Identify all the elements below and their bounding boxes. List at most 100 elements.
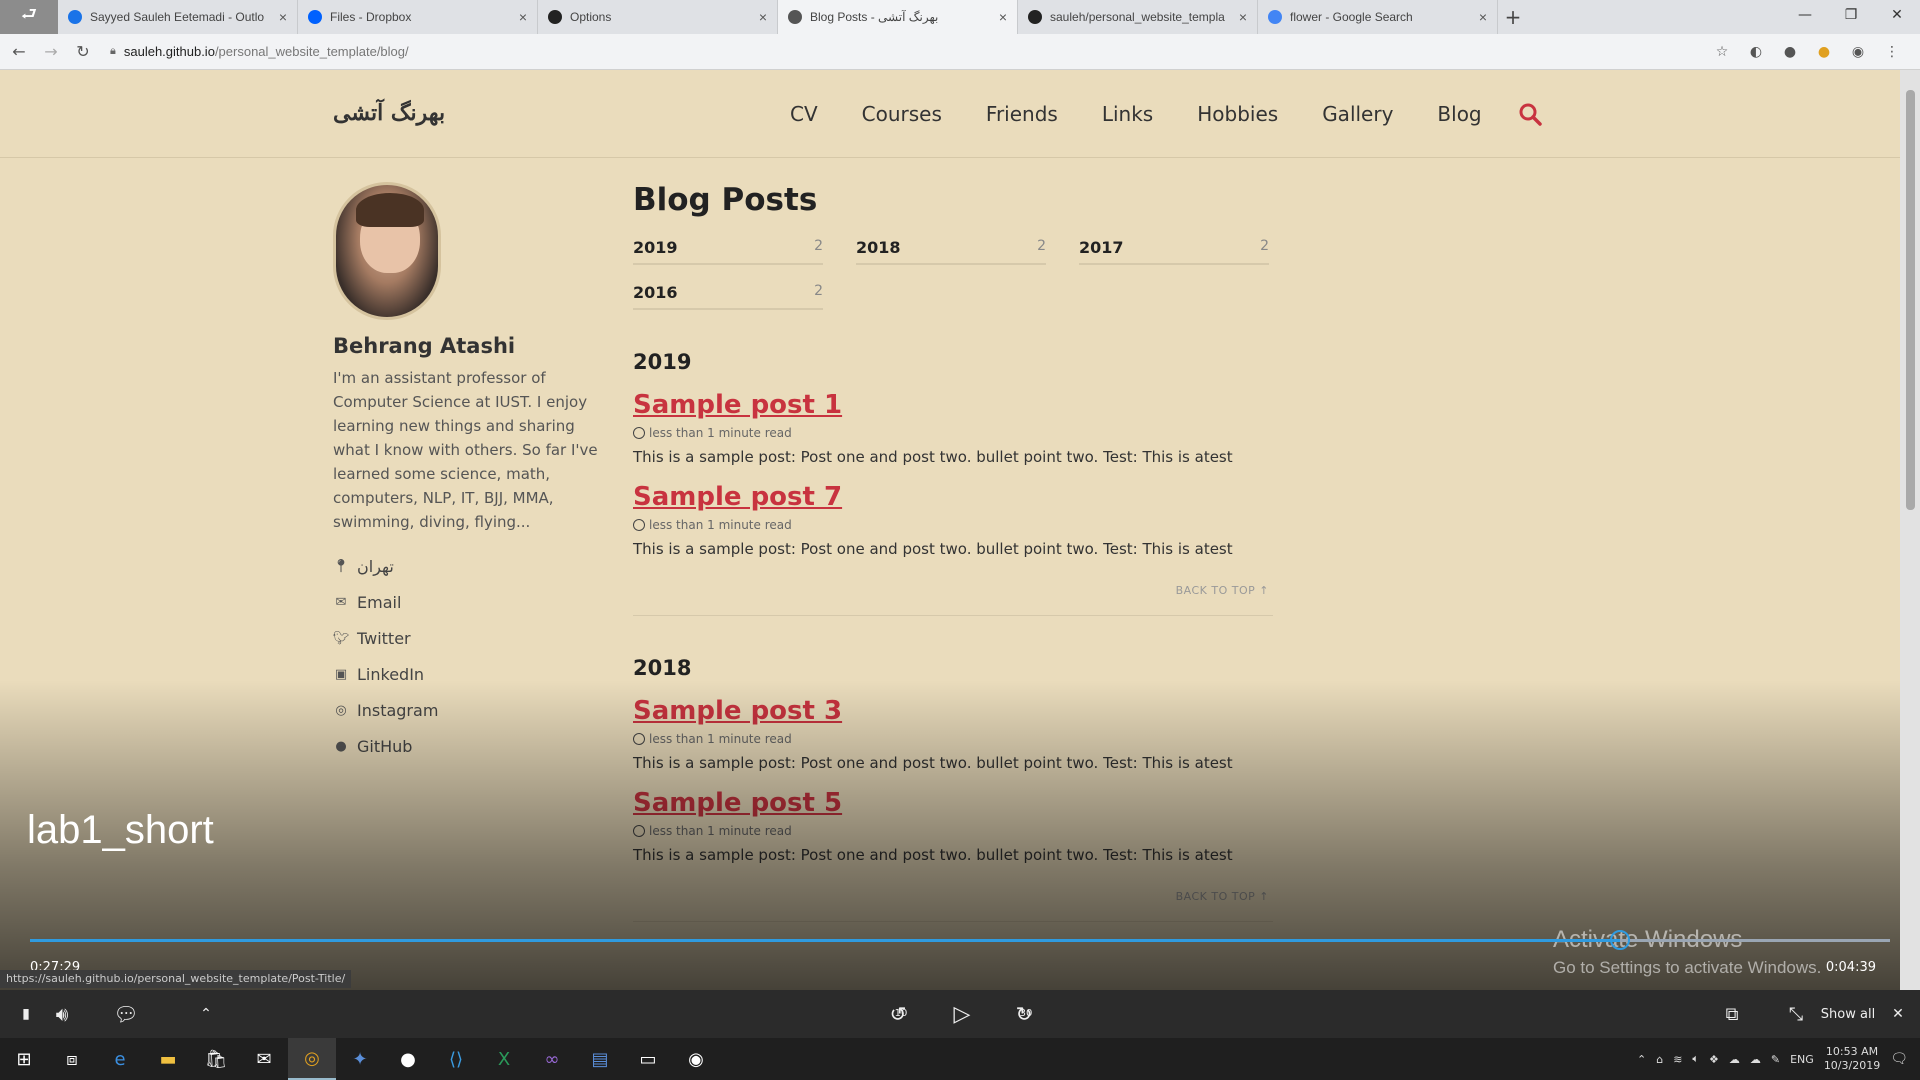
reload-button[interactable]: ↻ bbox=[72, 41, 94, 63]
post-excerpt: This is a sample post: Post one and post… bbox=[633, 448, 1233, 466]
nav-item-hobbies[interactable]: Hobbies bbox=[1197, 102, 1278, 126]
browser-tab[interactable]: Sayyed Sauleh Eetemadi - Outlo × bbox=[58, 0, 298, 34]
language-indicator[interactable]: ENG bbox=[1790, 1053, 1814, 1066]
minimize-button[interactable]: — bbox=[1782, 0, 1828, 30]
year-archive-link[interactable]: 2019 2 bbox=[633, 238, 823, 265]
maximize-button[interactable]: ❐ bbox=[1828, 0, 1874, 30]
nav-item-cv[interactable]: CV bbox=[790, 102, 818, 126]
app-icon[interactable]: ◉ bbox=[672, 1038, 720, 1080]
profile-avatar-icon[interactable]: ◉ bbox=[1848, 42, 1868, 62]
tab-favicon-icon bbox=[548, 10, 562, 24]
show-all-button[interactable]: Show all bbox=[1820, 998, 1876, 1030]
nav-item-gallery[interactable]: Gallery bbox=[1322, 102, 1393, 126]
chrome-icon[interactable]: ◎ bbox=[288, 1038, 336, 1080]
dropbox-icon[interactable]: ❖ bbox=[1709, 1053, 1719, 1066]
browser-tab[interactable]: Files - Dropbox × bbox=[298, 0, 538, 34]
seek-progress bbox=[30, 939, 1621, 942]
chevron-up-icon[interactable]: ⌃ bbox=[1637, 1053, 1646, 1066]
close-tab-icon[interactable]: × bbox=[279, 9, 287, 25]
nav-item-links[interactable]: Links bbox=[1102, 102, 1153, 126]
close-tab-icon[interactable]: × bbox=[1239, 9, 1247, 25]
nav-item-courses[interactable]: Courses bbox=[862, 102, 942, 126]
bookmark-star-icon[interactable]: ☆ bbox=[1712, 42, 1732, 62]
window-controls: — ❐ ✕ bbox=[1782, 0, 1920, 30]
app-icon[interactable]: ✦ bbox=[336, 1038, 384, 1080]
captions-icon[interactable]: 💬︎ bbox=[108, 998, 144, 1030]
mail-icon[interactable]: ✉ bbox=[240, 1038, 288, 1080]
wifi-icon[interactable]: ≋ bbox=[1673, 1053, 1682, 1066]
year-heading: 2018 bbox=[633, 656, 692, 680]
edge-icon[interactable]: e bbox=[96, 1038, 144, 1080]
rewind-button[interactable]: ↺ 10 bbox=[880, 998, 916, 1030]
taskbar-clock[interactable]: 10:53 AM 10/3/2019 bbox=[1824, 1045, 1880, 1073]
volume-icon[interactable]: 🔊︎ bbox=[44, 998, 80, 1030]
chevron-up-icon[interactable]: ⌃ bbox=[196, 998, 216, 1030]
post-title-link[interactable]: Sample post 7 bbox=[633, 482, 1273, 512]
close-icon[interactable]: ✕ bbox=[1886, 998, 1910, 1030]
task-view-icon[interactable]: ⧈ bbox=[48, 1038, 96, 1080]
windows-start-icon[interactable]: ⊞ bbox=[0, 1038, 48, 1080]
back-to-top-link[interactable]: BACK TO TOP ↑ bbox=[633, 584, 1273, 597]
clock-date: 10/3/2019 bbox=[1823, 1059, 1881, 1072]
browser-tab[interactable]: Options × bbox=[538, 0, 778, 34]
post-meta: less than 1 minute read bbox=[633, 426, 1273, 440]
seek-bar[interactable] bbox=[30, 930, 1890, 950]
clock-icon bbox=[633, 519, 645, 531]
close-tab-icon[interactable]: × bbox=[1479, 9, 1487, 25]
year-archive-link[interactable]: 2017 2 bbox=[1079, 238, 1269, 265]
volume-icon[interactable]: 🔈︎ bbox=[1692, 1052, 1699, 1066]
browser-tab[interactable]: flower - Google Search × bbox=[1258, 0, 1498, 34]
visual-studio-icon[interactable]: ∞ bbox=[528, 1038, 576, 1080]
miniplayer-icon[interactable]: ⧉ bbox=[1714, 998, 1750, 1030]
tab-favicon-icon bbox=[1028, 10, 1042, 24]
close-tab-icon[interactable]: × bbox=[999, 9, 1007, 25]
onedrive-icon[interactable]: ☁ bbox=[1750, 1053, 1761, 1066]
post-count: 2 bbox=[814, 283, 823, 299]
excel-icon[interactable]: X bbox=[480, 1038, 528, 1080]
forward-button[interactable]: → bbox=[40, 41, 62, 63]
address-bar[interactable]: 🔒︎ sauleh.github.io/personal_website_tem… bbox=[104, 38, 1702, 66]
browser-tab[interactable]: Blog Posts - بهرنگ آتشی × bbox=[778, 0, 1018, 34]
notifications-icon[interactable]: 🗨︎ bbox=[1890, 1051, 1908, 1067]
nav-item-friends[interactable]: Friends bbox=[986, 102, 1058, 126]
close-tab-icon[interactable]: × bbox=[759, 9, 767, 25]
nav-item-blog[interactable]: Blog bbox=[1437, 102, 1481, 126]
menu-icon[interactable]: ⋮ bbox=[1882, 42, 1902, 62]
vscode-icon[interactable]: ⟨⟩ bbox=[432, 1038, 480, 1080]
cloud-icon[interactable]: ☁ bbox=[1729, 1053, 1740, 1066]
document-icon[interactable]: ▤ bbox=[576, 1038, 624, 1080]
author-sidebar: Behrang Atashi I'm an assistant professo… bbox=[333, 182, 613, 764]
search-icon[interactable] bbox=[1518, 102, 1542, 126]
year-archive-link[interactable]: 2018 2 bbox=[856, 238, 1046, 265]
year-archive-link[interactable]: 2016 2 bbox=[633, 283, 823, 310]
back-arrow-icon[interactable]: ⮐ bbox=[0, 0, 58, 34]
post-count: 2 bbox=[814, 238, 823, 254]
play-button[interactable]: ▷ bbox=[944, 998, 980, 1030]
new-tab-button[interactable]: + bbox=[1498, 0, 1528, 34]
tab-label: sauleh/personal_website_templa bbox=[1050, 10, 1225, 24]
tab-label: Options bbox=[570, 10, 612, 24]
close-window-button[interactable]: ✕ bbox=[1874, 0, 1920, 30]
extension-icon[interactable]: ◐ bbox=[1746, 42, 1766, 62]
page-scrollbar[interactable] bbox=[1900, 70, 1920, 990]
network-icon[interactable]: ⌂ bbox=[1656, 1053, 1663, 1066]
terminal-icon[interactable]: ▭ bbox=[624, 1038, 672, 1080]
extension-icon[interactable]: ● bbox=[1780, 42, 1800, 62]
pen-icon[interactable]: ✎ bbox=[1771, 1053, 1780, 1066]
file-explorer-icon[interactable]: ▬ bbox=[144, 1038, 192, 1080]
app-icon[interactable]: ● bbox=[384, 1038, 432, 1080]
site-title[interactable]: بهرنگ آتشی bbox=[333, 100, 445, 126]
author-link-email[interactable]: ✉ Email bbox=[333, 584, 613, 620]
close-tab-icon[interactable]: × bbox=[519, 9, 527, 25]
browser-tab[interactable]: sauleh/personal_website_templa × bbox=[1018, 0, 1258, 34]
author-link-twitter[interactable]: 🐦︎ Twitter bbox=[333, 620, 613, 656]
post-title-link[interactable]: Sample post 1 bbox=[633, 390, 1273, 420]
back-button[interactable]: ← bbox=[8, 41, 30, 63]
scrollbar-thumb[interactable] bbox=[1906, 90, 1915, 510]
exit-fullscreen-icon[interactable]: ⤡ bbox=[1778, 998, 1814, 1030]
forward-button[interactable]: ↻ 30 bbox=[1006, 998, 1042, 1030]
extension-icon[interactable]: ● bbox=[1814, 42, 1834, 62]
lock-icon[interactable]: ▮ bbox=[14, 998, 38, 1030]
store-icon[interactable]: 🛍︎ bbox=[192, 1038, 240, 1080]
year-label: 2016 bbox=[633, 283, 678, 302]
